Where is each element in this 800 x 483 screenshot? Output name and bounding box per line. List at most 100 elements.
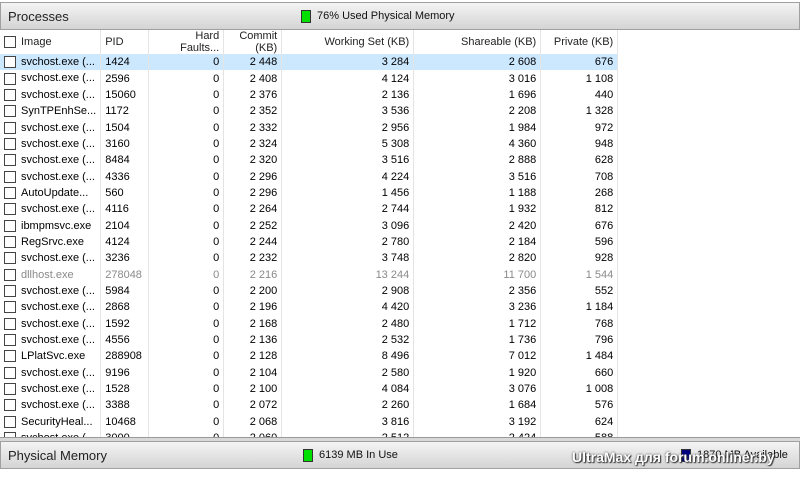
- cell-working-set: 4 224: [281, 168, 415, 185]
- table-row[interactable]: svchost.exe (... 4556 0 2 136 2 532 1 736 796: [0, 331, 619, 349]
- cell-pid: 560: [100, 184, 150, 202]
- table-row[interactable]: svchost.exe (... 4336 0 2 296 4 224 3 516 708: [0, 168, 619, 185]
- column-header-working-set[interactable]: Working Set (KB): [281, 30, 415, 54]
- column-header-hard-faults[interactable]: Hard Faults...: [148, 30, 225, 54]
- row-checkbox[interactable]: [4, 170, 16, 183]
- cell-commit: 2 100: [223, 380, 283, 398]
- row-checkbox[interactable]: [4, 383, 16, 396]
- column-header-private[interactable]: Private (KB): [540, 30, 619, 54]
- cell-text: 2 252: [249, 219, 278, 232]
- cell-text: 596: [594, 235, 614, 248]
- table-row[interactable]: AutoUpdate... 560 0 2 296 1 456 1 188 268: [0, 184, 619, 202]
- table-row[interactable]: LPlatSvc.exe 288908 0 2 128 8 496 7 012 1 484: [0, 348, 619, 365]
- cell-commit: 2 168: [223, 315, 283, 332]
- table-row[interactable]: svchost.exe (... 9196 0 2 104 2 580 1 920 660: [0, 364, 619, 381]
- cell-text: 624: [594, 415, 614, 428]
- cell-text: 1 456: [381, 186, 410, 199]
- row-checkbox[interactable]: [4, 88, 16, 101]
- table-row[interactable]: svchost.exe (... 1424 0 2 448 3 284 2 608 676: [0, 54, 619, 71]
- table-row[interactable]: dllhost.exe 278048 0 2 216 13 244 11 700 1 544: [0, 266, 619, 283]
- table-row[interactable]: ibmpmsvc.exe 2104 0 2 252 3 096 2 420 676: [0, 217, 619, 234]
- cell-text: 2 324: [249, 137, 278, 150]
- row-checkbox[interactable]: [4, 203, 16, 216]
- cell-shareable: 3 016: [413, 70, 542, 87]
- table-row[interactable]: svchost.exe (... 4116 0 2 264 2 744 1 932 812: [0, 201, 619, 218]
- cell-private: 552: [540, 282, 619, 300]
- column-header-image[interactable]: Image: [0, 30, 102, 54]
- cell-text: 0: [213, 415, 220, 428]
- cell-text: 0: [213, 383, 220, 396]
- cell-commit: 2 376: [223, 86, 283, 104]
- table-row[interactable]: svchost.exe (... 5984 0 2 200 2 908 2 356 552: [0, 282, 619, 300]
- cell-shareable: 4 360: [413, 135, 542, 153]
- cell-pid: 4556: [100, 331, 150, 349]
- cell-text: 2 888: [508, 154, 537, 167]
- row-checkbox[interactable]: [4, 105, 16, 118]
- table-row[interactable]: svchost.exe (... 3388 0 2 072 2 260 1 684 576: [0, 397, 619, 414]
- cell-text: dllhost.exe: [21, 268, 74, 281]
- row-checkbox[interactable]: [4, 121, 16, 134]
- cell-text: 1 484: [585, 350, 614, 363]
- cell-hard-faults: 0: [148, 331, 225, 349]
- cell-text: 3160: [105, 137, 130, 150]
- cell-working-set: 4 420: [281, 299, 415, 316]
- cell-shareable: 2 608: [413, 54, 542, 71]
- column-header-shareable[interactable]: Shareable (KB): [413, 30, 542, 54]
- row-checkbox[interactable]: [4, 268, 16, 281]
- row-checkbox[interactable]: [4, 219, 16, 232]
- row-checkbox[interactable]: [4, 366, 16, 379]
- table-row[interactable]: SecurityHeal... 10468 0 2 068 3 816 3 192 624: [0, 413, 619, 430]
- row-checkbox[interactable]: [4, 350, 16, 363]
- column-header-pid[interactable]: PID: [100, 30, 150, 54]
- cell-shareable: 3 192: [413, 413, 542, 430]
- column-header-commit[interactable]: ⌄ Commit (KB): [223, 29, 283, 54]
- cell-commit: 2 072: [223, 397, 283, 414]
- row-checkbox[interactable]: [4, 252, 16, 265]
- cell-text: 2 352: [249, 105, 278, 118]
- cell-text: 2 908: [381, 284, 410, 297]
- row-checkbox[interactable]: [4, 415, 16, 428]
- cell-pid: 1172: [100, 103, 150, 120]
- table-row[interactable]: svchost.exe (... 3236 0 2 232 3 748 2 820 928: [0, 250, 619, 267]
- table-row[interactable]: svchost.exe (... 8484 0 2 320 3 516 2 888 628: [0, 152, 619, 169]
- cell-text: 676: [594, 56, 614, 69]
- processes-header[interactable]: Processes 76% Used Physical Memory: [0, 2, 800, 30]
- table-row[interactable]: svchost.exe (... 2868 0 2 196 4 420 3 236 1 18…: [0, 299, 619, 316]
- row-checkbox[interactable]: [4, 186, 16, 199]
- cell-text: 3 192: [508, 415, 537, 428]
- cell-working-set: 3 816: [281, 413, 415, 430]
- row-checkbox[interactable]: [4, 317, 16, 330]
- table-row[interactable]: svchost.exe (... 1592 0 2 168 2 480 1 712 768: [0, 315, 619, 332]
- cell-working-set: 3 284: [281, 54, 415, 71]
- cell-text: 0: [213, 399, 220, 412]
- cell-text: svchost.exe (...: [21, 56, 95, 69]
- table-row[interactable]: svchost.exe (... 15060 0 2 376 2 136 1 696 440: [0, 86, 619, 104]
- row-checkbox[interactable]: [4, 137, 16, 150]
- table-row[interactable]: RegSrvc.exe 4124 0 2 244 2 780 2 184 596: [0, 233, 619, 251]
- row-checkbox[interactable]: [4, 334, 16, 347]
- cell-pid: 3236: [100, 250, 150, 267]
- table-row[interactable]: SynTPEnhSe... 1172 0 2 352 3 536 2 208 1 328: [0, 103, 619, 120]
- cell-text: 1 544: [585, 268, 614, 281]
- row-checkbox[interactable]: [4, 399, 16, 412]
- table-row[interactable]: svchost.exe (... 2596 0 2 408 4 124 3 016 1 10…: [0, 70, 619, 87]
- row-checkbox[interactable]: [4, 285, 16, 298]
- table-row[interactable]: svchost.exe (... 1504 0 2 332 2 956 1 984 972: [0, 119, 619, 136]
- cell-text: svchost.exe (...: [21, 301, 95, 314]
- table-row[interactable]: svchost.exe (... 3160 0 2 324 5 308 4 360 948: [0, 135, 619, 153]
- cell-text: svchost.exe (...: [21, 317, 95, 330]
- cell-text: 1592: [105, 317, 130, 330]
- row-checkbox[interactable]: [4, 56, 16, 69]
- cell-shareable: 2 420: [413, 217, 542, 234]
- table-row[interactable]: svchost.exe (... 1528 0 2 100 4 084 3 076 1 00…: [0, 380, 619, 398]
- row-checkbox[interactable]: [4, 72, 16, 85]
- row-checkbox[interactable]: [4, 301, 16, 314]
- select-all-checkbox[interactable]: [4, 36, 16, 49]
- cell-text: 4 084: [381, 383, 410, 396]
- cell-text: svchost.exe (...: [21, 121, 95, 134]
- row-checkbox[interactable]: [4, 236, 16, 248]
- cell-pid: 3160: [100, 135, 150, 153]
- cell-private: 796: [540, 331, 619, 349]
- cell-text: 928: [594, 252, 614, 265]
- row-checkbox[interactable]: [4, 154, 16, 167]
